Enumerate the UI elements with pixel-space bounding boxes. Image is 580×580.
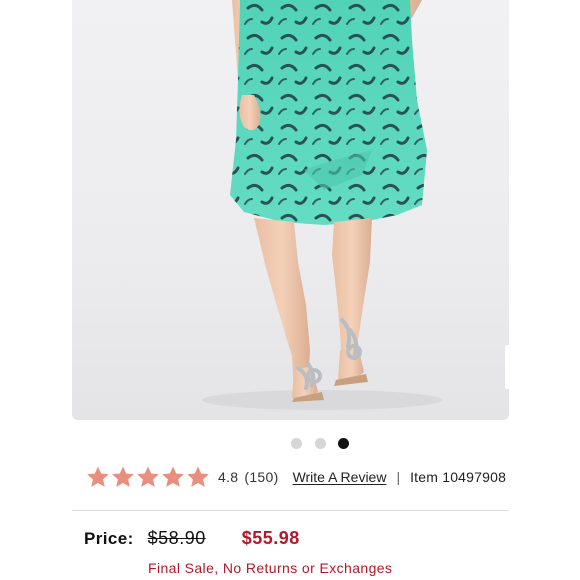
image-scroll-hint (505, 345, 509, 389)
section-divider (72, 510, 509, 511)
sale-price: $55.98 (241, 528, 300, 548)
carousel-dot-2[interactable] (315, 438, 326, 449)
price-label: Price: (84, 529, 134, 548)
product-photo-illustration (202, 0, 442, 410)
rating-score: 4.8 (218, 469, 239, 485)
rating-summary: 4.8 (150) (218, 469, 285, 485)
star-icon (187, 466, 209, 487)
rating-row: 4.8 (150) Write A Review | Item 10497908 (86, 463, 506, 491)
write-review-link[interactable]: Write A Review (293, 469, 387, 485)
final-sale-note: Final Sale, No Returns or Exchanges (148, 560, 393, 576)
original-price: $58.90 (147, 528, 206, 548)
price-row: Price: $58.90 $55.98 (84, 528, 300, 549)
star-icon (162, 466, 184, 487)
item-number: Item 10497908 (410, 469, 507, 485)
star-icon (87, 466, 109, 487)
review-count: (150) (244, 469, 279, 485)
carousel-dot-3-active[interactable] (338, 438, 349, 449)
star-icon (137, 466, 159, 487)
product-image[interactable] (72, 0, 509, 420)
star-rating (86, 465, 210, 489)
image-carousel-dots (0, 438, 580, 450)
carousel-dot-1[interactable] (291, 438, 302, 449)
star-icon (112, 466, 134, 487)
separator: | (396, 469, 401, 485)
